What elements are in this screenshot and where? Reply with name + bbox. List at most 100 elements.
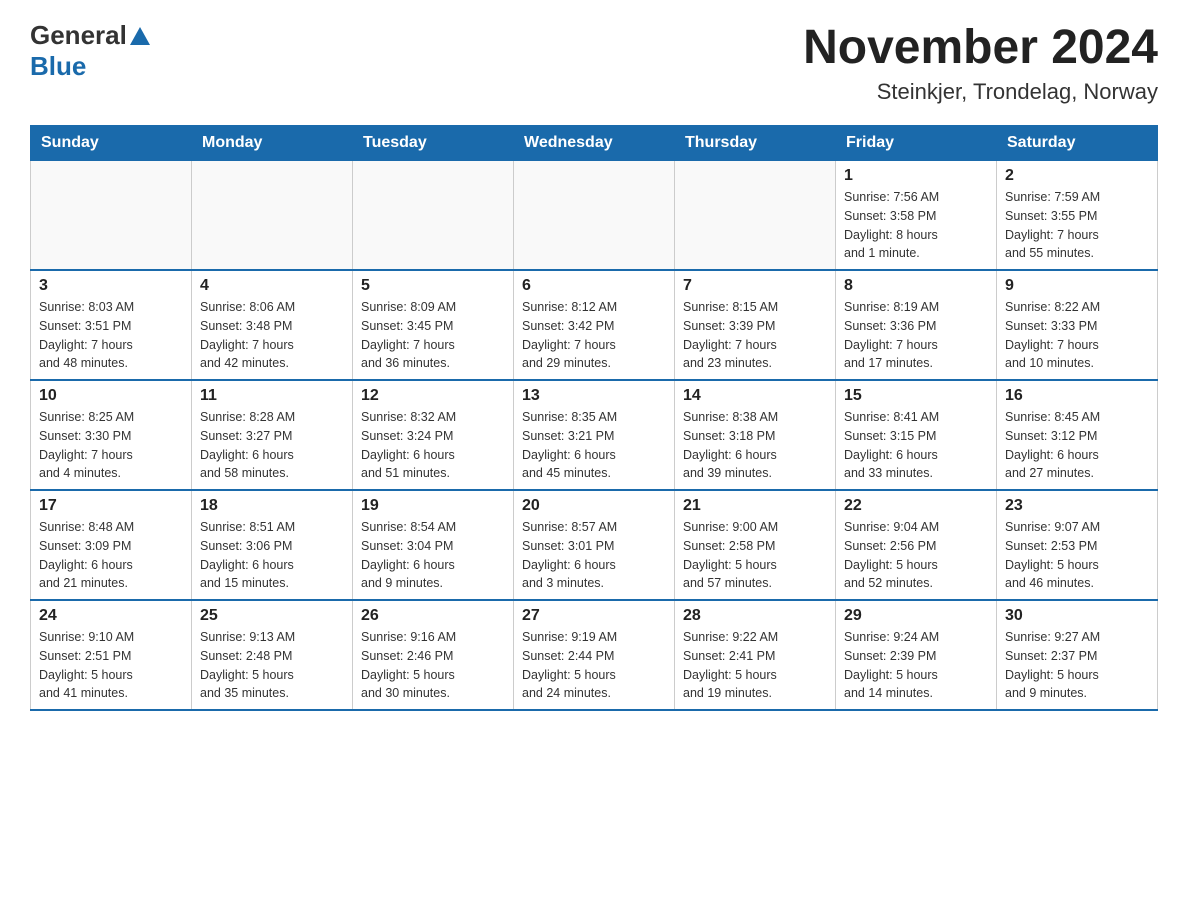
day-info: Sunrise: 8:35 AM Sunset: 3:21 PM Dayligh… — [522, 408, 666, 483]
calendar-cell: 12 Sunrise: 8:32 AM Sunset: 3:24 PM Dayli… — [353, 380, 514, 490]
day-number: 18 — [200, 497, 344, 515]
day-number: 14 — [683, 387, 827, 405]
day-number: 25 — [200, 607, 344, 625]
calendar-cell: 4 Sunrise: 8:06 AM Sunset: 3:48 PM Daylig… — [192, 270, 353, 380]
calendar-cell: 17 Sunrise: 8:48 AM Sunset: 3:09 PM Dayli… — [31, 490, 192, 600]
day-number: 12 — [361, 387, 505, 405]
calendar-cell: 26 Sunrise: 9:16 AM Sunset: 2:46 PM Dayli… — [353, 600, 514, 710]
calendar-header-row: SundayMondayTuesdayWednesdayThursdayFrid… — [31, 126, 1158, 161]
day-info: Sunrise: 9:22 AM Sunset: 2:41 PM Dayligh… — [683, 628, 827, 703]
day-of-week-header: Sunday — [31, 126, 192, 161]
logo-general-text: General — [30, 20, 127, 51]
calendar-cell: 10Sunrise: 8:25 AM Sunset: 3:30 PM Dayli… — [31, 380, 192, 490]
day-number: 15 — [844, 387, 988, 405]
calendar-cell: 19Sunrise: 8:54 AM Sunset: 3:04 PM Dayli… — [353, 490, 514, 600]
day-number: 22 — [844, 497, 988, 515]
page-header: General Blue November 2024 Steinkjer, Tr… — [30, 20, 1158, 105]
day-info: Sunrise: 9:07 AM Sunset: 2:53 PM Dayligh… — [1005, 518, 1149, 593]
calendar-cell: 1 Sunrise: 7:56 AM Sunset: 3:58 PM Daylig… — [836, 161, 997, 271]
day-number: 30 — [1005, 607, 1149, 625]
calendar-cell: 14 Sunrise: 8:38 AM Sunset: 3:18 PM Dayli… — [675, 380, 836, 490]
day-info: Sunrise: 8:09 AM Sunset: 3:45 PM Dayligh… — [361, 298, 505, 373]
day-number: 16 — [1005, 387, 1149, 405]
day-info: Sunrise: 8:12 AM Sunset: 3:42 PM Dayligh… — [522, 298, 666, 373]
day-number: 21 — [683, 497, 827, 515]
day-info: Sunrise: 8:45 AM Sunset: 3:12 PM Dayligh… — [1005, 408, 1149, 483]
day-info: Sunrise: 8:57 AM Sunset: 3:01 PM Dayligh… — [522, 518, 666, 593]
day-number: 11 — [200, 387, 344, 405]
day-of-week-header: Thursday — [675, 126, 836, 161]
day-number: 13 — [522, 387, 666, 405]
calendar-week-row: 24 Sunrise: 9:10 AM Sunset: 2:51 PM Dayli… — [31, 600, 1158, 710]
day-number: 6 — [522, 277, 666, 295]
day-number: 7 — [683, 277, 827, 295]
day-info: Sunrise: 9:27 AM Sunset: 2:37 PM Dayligh… — [1005, 628, 1149, 703]
logo: General Blue — [30, 20, 150, 82]
day-info: Sunrise: 9:16 AM Sunset: 2:46 PM Dayligh… — [361, 628, 505, 703]
day-info: Sunrise: 8:28 AM Sunset: 3:27 PM Dayligh… — [200, 408, 344, 483]
calendar-cell: 22 Sunrise: 9:04 AM Sunset: 2:56 PM Dayli… — [836, 490, 997, 600]
logo-blue-text: Blue — [30, 51, 86, 82]
day-number: 23 — [1005, 497, 1149, 515]
calendar-week-row: 3 Sunrise: 8:03 AM Sunset: 3:51 PM Daylig… — [31, 270, 1158, 380]
calendar-cell: 13 Sunrise: 8:35 AM Sunset: 3:21 PM Dayli… — [514, 380, 675, 490]
day-number: 24 — [39, 607, 183, 625]
calendar-cell — [675, 161, 836, 271]
day-number: 27 — [522, 607, 666, 625]
day-number: 20 — [522, 497, 666, 515]
calendar-cell: 21 Sunrise: 9:00 AM Sunset: 2:58 PM Dayli… — [675, 490, 836, 600]
day-info: Sunrise: 8:41 AM Sunset: 3:15 PM Dayligh… — [844, 408, 988, 483]
calendar-cell: 3 Sunrise: 8:03 AM Sunset: 3:51 PM Daylig… — [31, 270, 192, 380]
day-info: Sunrise: 9:19 AM Sunset: 2:44 PM Dayligh… — [522, 628, 666, 703]
day-number: 29 — [844, 607, 988, 625]
day-of-week-header: Tuesday — [353, 126, 514, 161]
day-info: Sunrise: 9:13 AM Sunset: 2:48 PM Dayligh… — [200, 628, 344, 703]
day-number: 5 — [361, 277, 505, 295]
day-info: Sunrise: 9:00 AM Sunset: 2:58 PM Dayligh… — [683, 518, 827, 593]
calendar-cell — [31, 161, 192, 271]
calendar-cell: 20 Sunrise: 8:57 AM Sunset: 3:01 PM Dayli… — [514, 490, 675, 600]
calendar-cell: 11 Sunrise: 8:28 AM Sunset: 3:27 PM Dayli… — [192, 380, 353, 490]
day-number: 17 — [39, 497, 183, 515]
calendar-cell: 16 Sunrise: 8:45 AM Sunset: 3:12 PM Dayli… — [997, 380, 1158, 490]
day-of-week-header: Friday — [836, 126, 997, 161]
day-info: Sunrise: 8:03 AM Sunset: 3:51 PM Dayligh… — [39, 298, 183, 373]
day-info: Sunrise: 7:59 AM Sunset: 3:55 PM Dayligh… — [1005, 188, 1149, 263]
day-number: 9 — [1005, 277, 1149, 295]
title-area: November 2024 Steinkjer, Trondelag, Norw… — [803, 20, 1158, 105]
day-info: Sunrise: 9:10 AM Sunset: 2:51 PM Dayligh… — [39, 628, 183, 703]
calendar-cell: 28Sunrise: 9:22 AM Sunset: 2:41 PM Dayli… — [675, 600, 836, 710]
calendar-cell: 30 Sunrise: 9:27 AM Sunset: 2:37 PM Dayli… — [997, 600, 1158, 710]
day-info: Sunrise: 8:15 AM Sunset: 3:39 PM Dayligh… — [683, 298, 827, 373]
day-info: Sunrise: 8:19 AM Sunset: 3:36 PM Dayligh… — [844, 298, 988, 373]
calendar-cell — [192, 161, 353, 271]
day-of-week-header: Monday — [192, 126, 353, 161]
day-number: 2 — [1005, 167, 1149, 185]
calendar-cell: 2 Sunrise: 7:59 AM Sunset: 3:55 PM Daylig… — [997, 161, 1158, 271]
day-info: Sunrise: 7:56 AM Sunset: 3:58 PM Dayligh… — [844, 188, 988, 263]
day-info: Sunrise: 9:04 AM Sunset: 2:56 PM Dayligh… — [844, 518, 988, 593]
day-info: Sunrise: 8:51 AM Sunset: 3:06 PM Dayligh… — [200, 518, 344, 593]
day-info: Sunrise: 9:24 AM Sunset: 2:39 PM Dayligh… — [844, 628, 988, 703]
day-number: 4 — [200, 277, 344, 295]
day-info: Sunrise: 8:38 AM Sunset: 3:18 PM Dayligh… — [683, 408, 827, 483]
calendar-cell: 9Sunrise: 8:22 AM Sunset: 3:33 PM Daylig… — [997, 270, 1158, 380]
day-info: Sunrise: 8:48 AM Sunset: 3:09 PM Dayligh… — [39, 518, 183, 593]
calendar-cell: 24 Sunrise: 9:10 AM Sunset: 2:51 PM Dayli… — [31, 600, 192, 710]
day-info: Sunrise: 8:32 AM Sunset: 3:24 PM Dayligh… — [361, 408, 505, 483]
day-number: 8 — [844, 277, 988, 295]
location-text: Steinkjer, Trondelag, Norway — [803, 79, 1158, 105]
calendar-cell: 23 Sunrise: 9:07 AM Sunset: 2:53 PM Dayli… — [997, 490, 1158, 600]
day-number: 3 — [39, 277, 183, 295]
day-number: 1 — [844, 167, 988, 185]
calendar-cell: 25 Sunrise: 9:13 AM Sunset: 2:48 PM Dayli… — [192, 600, 353, 710]
calendar-cell: 27 Sunrise: 9:19 AM Sunset: 2:44 PM Dayli… — [514, 600, 675, 710]
day-number: 26 — [361, 607, 505, 625]
calendar-cell: 18 Sunrise: 8:51 AM Sunset: 3:06 PM Dayli… — [192, 490, 353, 600]
calendar-cell: 15 Sunrise: 8:41 AM Sunset: 3:15 PM Dayli… — [836, 380, 997, 490]
day-info: Sunrise: 8:06 AM Sunset: 3:48 PM Dayligh… — [200, 298, 344, 373]
month-title: November 2024 — [803, 20, 1158, 75]
calendar-cell: 8 Sunrise: 8:19 AM Sunset: 3:36 PM Daylig… — [836, 270, 997, 380]
calendar-cell: 5 Sunrise: 8:09 AM Sunset: 3:45 PM Daylig… — [353, 270, 514, 380]
day-of-week-header: Wednesday — [514, 126, 675, 161]
